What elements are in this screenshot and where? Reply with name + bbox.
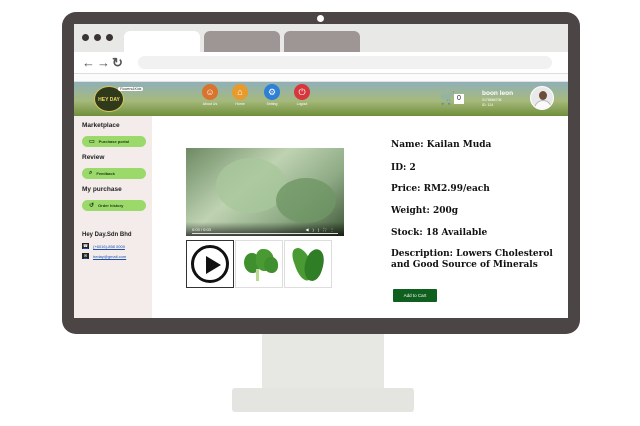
nav-logout[interactable]: ⏻ Logout	[290, 84, 314, 106]
order-history-label: Order history	[98, 203, 124, 208]
avatar[interactable]	[530, 86, 554, 110]
order-history-button[interactable]: ↺ Order history	[82, 200, 146, 211]
nav-setting[interactable]: ⚙ Setting	[260, 84, 284, 106]
sidebar: Marketplace ▭ Purchase portal Review ⌕ F…	[74, 116, 152, 318]
screen: ←→↻ HEY DAY Flowers&Kids ☺ About Us ⌂ Ho…	[74, 24, 568, 318]
video-frame-leaf	[216, 158, 286, 213]
product-description: Description: Lowers Cholesterol and Good…	[391, 249, 553, 270]
browser-tab[interactable]	[204, 31, 280, 52]
user-phone: 0178866708	[482, 98, 502, 102]
nav-home[interactable]: ⌂ Home	[228, 84, 252, 106]
nav-label: Setting	[266, 102, 278, 106]
thumbnail-image-1[interactable]	[235, 240, 283, 288]
browser-tabstrip	[74, 24, 568, 52]
logout-icon: ⏻	[294, 84, 310, 100]
kailan-stem-image	[256, 269, 259, 281]
email-address: heday@gmail.com	[93, 253, 127, 259]
purchase-portal-button[interactable]: ▭ Purchase portal	[82, 136, 146, 147]
cart-icon[interactable]: 🛒	[440, 91, 455, 105]
user-id: ID: 124	[482, 102, 494, 107]
minimize-window-dot[interactable]	[94, 34, 101, 41]
nav-label: Logout	[296, 102, 308, 106]
back-arrow-icon[interactable]: ←	[82, 55, 97, 70]
search-icon: ⌕	[89, 170, 93, 176]
avatar-head	[539, 91, 547, 100]
product-name: Name: Kailan Muda	[391, 140, 492, 150]
phone-contact[interactable]: ☎ (+6016)-858 0000	[82, 243, 125, 249]
video-time: 0:03 / 0:03	[192, 227, 211, 232]
thumbnail-image-2[interactable]	[284, 240, 332, 288]
browser-tab-active[interactable]	[124, 31, 200, 52]
avatar-body	[534, 100, 552, 109]
feedback-label: Feedback	[96, 171, 115, 176]
video-control-icons[interactable]: ◀))⛶⋮	[305, 227, 338, 232]
marketplace-heading: Marketplace	[82, 122, 120, 129]
product-price: Price: RM2.99/each	[391, 184, 490, 194]
browser-toolbar: ←→↻	[74, 52, 568, 74]
nav-label: Home	[235, 102, 245, 106]
phone-icon: ☎	[82, 243, 89, 249]
phone-number: (+6016)-858 0000	[93, 243, 125, 249]
video-progress[interactable]	[192, 233, 338, 234]
product-weight: Weight: 200g	[391, 206, 459, 216]
company-name: Hey Day.Sdn Bhd	[82, 232, 132, 238]
reload-icon[interactable]: ↻	[112, 55, 125, 70]
close-window-dot[interactable]	[82, 34, 89, 41]
product-video[interactable]: 0:03 / 0:03 ◀))⛶⋮	[186, 148, 344, 236]
my-purchase-heading: My purchase	[82, 186, 122, 193]
browser-nav-icons: ←→↻	[82, 55, 125, 71]
email-contact[interactable]: ✉ heday@gmail.com	[82, 253, 126, 259]
site-header: HEY DAY Flowers&Kids ☺ About Us ⌂ Home ⚙…	[74, 82, 568, 116]
history-icon: ↺	[89, 203, 95, 209]
browser-tab[interactable]	[284, 31, 360, 52]
purchase-portal-label: Purchase portal	[98, 139, 129, 144]
add-to-cart-button[interactable]: Add to Cart	[393, 289, 437, 302]
product-stock: Stock: 18 Available	[391, 228, 488, 238]
monitor-stand	[262, 334, 384, 390]
webcam	[317, 15, 324, 22]
product-id: ID: 2	[391, 163, 416, 173]
cart-count: 0	[454, 94, 464, 104]
monitor-base	[232, 388, 414, 412]
kailan-leaf-image	[264, 257, 278, 273]
gear-icon: ⚙	[264, 84, 280, 100]
address-bar[interactable]	[138, 56, 552, 69]
house-icon: ⌂	[232, 84, 248, 100]
logo-badge: Flowers&Kids	[118, 87, 144, 91]
card-icon: ▭	[89, 139, 95, 145]
user-name: boon leon	[482, 90, 514, 97]
maximize-window-dot[interactable]	[106, 34, 113, 41]
mail-icon: ✉	[82, 253, 89, 259]
review-heading: Review	[82, 154, 105, 161]
user-info: 0178866708 ID: 124	[482, 98, 501, 107]
people-icon: ☺	[202, 84, 218, 100]
forward-arrow-icon[interactable]: →	[97, 55, 112, 70]
nav-label: About Us	[202, 102, 218, 106]
video-frame-leaf	[276, 178, 336, 223]
thumbnail-video[interactable]	[186, 240, 234, 288]
nav-about-us[interactable]: ☺ About Us	[198, 84, 222, 106]
play-icon	[191, 245, 229, 283]
window-controls	[82, 34, 113, 41]
feedback-button[interactable]: ⌕ Feedback	[82, 168, 146, 179]
bookmarks-bar	[74, 74, 568, 82]
